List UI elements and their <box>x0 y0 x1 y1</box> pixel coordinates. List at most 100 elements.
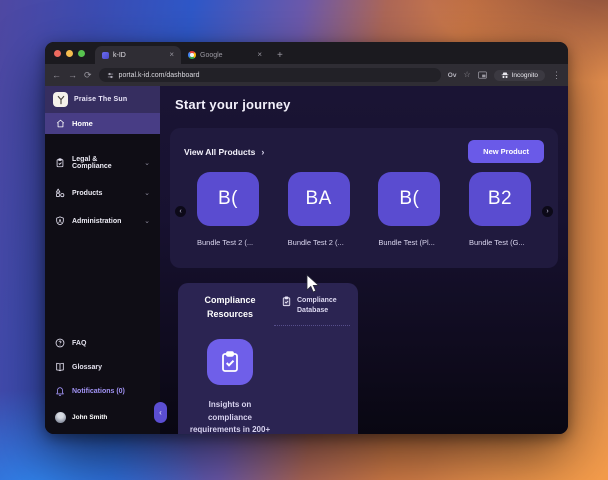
sidebar-item-label: FAQ <box>72 340 86 347</box>
chevron-down-icon: ⌄ <box>144 159 150 167</box>
sidebar-item-products[interactable]: Products ⌄ <box>45 182 160 204</box>
view-all-products-link[interactable]: View All Products › <box>184 147 264 157</box>
carousel-prev-button[interactable]: ‹ <box>175 206 186 217</box>
sidebar-item-label: Administration <box>72 218 121 225</box>
user-name: John Smith <box>72 414 107 421</box>
url-text: portal.k-id.com/dashboard <box>119 72 200 79</box>
sidebar-item-faq[interactable]: FAQ <box>45 333 160 353</box>
bell-icon <box>55 386 65 396</box>
dashboard-app: Praise The Sun Home Legal & Com <box>45 86 568 434</box>
product-card[interactable]: BA Bundle Test 2 (... <box>288 172 350 247</box>
product-card-label: Bundle Test 2 (... <box>197 238 259 247</box>
compliance-title: Compliance Resources <box>186 294 274 322</box>
compliance-header: Compliance Resources Compliance Database <box>186 294 350 326</box>
home-icon <box>56 119 65 128</box>
desktop-wallpaper: k-ID × Google × + ← → ⟳ portal.k-id.com/… <box>0 0 608 480</box>
incognito-label: Incognito <box>512 72 538 79</box>
sidebar-header: Praise The Sun Home <box>45 86 160 134</box>
sidebar-item-glossary[interactable]: Glossary <box>45 357 160 377</box>
compliance-body: Insights on compliance requirements in 2… <box>186 339 274 434</box>
product-card-label: Bundle Test (G... <box>469 238 531 247</box>
compliance-description: Insights on compliance requirements in 2… <box>186 399 274 434</box>
product-card[interactable]: B( Bundle Test 2 (... <box>197 172 259 247</box>
incognito-icon <box>501 72 509 79</box>
shapes-icon <box>55 188 65 198</box>
incognito-badge: Incognito <box>494 70 545 81</box>
browser-tab-kid[interactable]: k-ID × <box>95 46 181 64</box>
clipboard-check-icon <box>218 350 242 374</box>
sidebar-item-label: Products <box>72 190 102 197</box>
chevron-down-icon: ⌄ <box>144 189 150 197</box>
carousel-next-button[interactable]: › <box>542 206 553 217</box>
tab-close-icon[interactable]: × <box>257 51 262 59</box>
minimize-window-button[interactable] <box>66 50 73 57</box>
forward-icon[interactable]: → <box>68 71 77 80</box>
sidebar-item-administration[interactable]: Administration ⌄ <box>45 210 160 232</box>
compliance-database-tab[interactable]: Compliance Database <box>274 294 350 326</box>
product-tile[interactable]: B2 <box>469 172 531 226</box>
product-card-label: Bundle Test 2 (... <box>288 238 350 247</box>
zoom-window-button[interactable] <box>78 50 85 57</box>
sidebar-item-label: Notifications (0) <box>72 388 125 395</box>
site-settings-icon[interactable] <box>107 72 114 79</box>
browser-tabstrip: k-ID × Google × + <box>45 42 568 64</box>
products-panel-header: View All Products › New Product <box>184 140 544 163</box>
clipboard-check-icon <box>55 158 65 168</box>
compliance-panel: Compliance Resources Compliance Database <box>178 283 358 434</box>
browser-tab-google[interactable]: Google × <box>181 46 269 64</box>
product-tile[interactable]: B( <box>197 172 259 226</box>
clipboard-check-icon <box>281 296 292 307</box>
brand: Praise The Sun <box>45 86 160 113</box>
new-product-button[interactable]: New Product <box>468 140 544 163</box>
sidebar-item-notifications[interactable]: Notifications (0) <box>45 381 160 401</box>
sidebar-collapse-button[interactable]: ‹ <box>154 402 167 423</box>
new-tab-button[interactable]: + <box>277 50 283 64</box>
toolbar-right: Ov ☆ Incognito ⋮ <box>448 70 561 81</box>
browser-toolbar: ← → ⟳ portal.k-id.com/dashboard Ov ☆ <box>45 64 568 86</box>
product-card-label: Bundle Test (Pl... <box>378 238 440 247</box>
shield-icon <box>55 216 65 226</box>
google-favicon-icon <box>188 51 196 59</box>
product-tile[interactable]: B( <box>378 172 440 226</box>
kid-favicon-icon <box>102 52 109 59</box>
password-manager-icon[interactable]: Ov <box>448 72 457 79</box>
brand-name: Praise The Sun <box>74 96 127 103</box>
tab-close-icon[interactable]: × <box>169 51 174 59</box>
product-card[interactable]: B2 Bundle Test (G... <box>469 172 531 247</box>
praise-the-sun-logo-icon <box>53 92 68 107</box>
pip-icon[interactable] <box>478 71 487 79</box>
sidebar-item-label: Legal & Compliance <box>72 156 137 170</box>
reload-icon[interactable]: ⟳ <box>84 71 92 80</box>
product-card[interactable]: B( Bundle Test (Pl... <box>378 172 440 247</box>
products-panel: View All Products › New Product B( Bundl… <box>170 128 558 268</box>
compliance-database-card[interactable] <box>207 339 253 385</box>
sidebar-item-legal-compliance[interactable]: Legal & Compliance ⌄ <box>45 150 160 176</box>
tab-label: Google <box>200 52 223 59</box>
sidebar-footer: FAQ Glossary Notifications (0) <box>45 333 160 434</box>
sidebar-item-label: Home <box>72 119 93 128</box>
view-all-products-label: View All Products <box>184 147 255 157</box>
close-window-button[interactable] <box>54 50 61 57</box>
sidebar-item-label: Glossary <box>72 364 102 371</box>
chevron-down-icon: ⌄ <box>144 217 150 225</box>
address-bar[interactable]: portal.k-id.com/dashboard <box>99 68 441 82</box>
sidebar-item-home[interactable]: Home <box>45 113 160 134</box>
chevron-right-icon: › <box>261 147 264 157</box>
compliance-tab-label: Compliance Database <box>297 296 350 316</box>
product-tile[interactable]: BA <box>288 172 350 226</box>
book-icon <box>55 362 65 372</box>
user-avatar <box>55 412 66 423</box>
window-controls <box>54 42 95 64</box>
tab-label: k-ID <box>113 52 126 59</box>
product-card-row: B( Bundle Test 2 (... BA Bundle Test 2 (… <box>184 172 544 247</box>
browser-window: k-ID × Google × + ← → ⟳ portal.k-id.com/… <box>45 42 568 434</box>
sidebar-menu: Legal & Compliance ⌄ Products ⌄ <box>45 134 160 232</box>
question-circle-icon <box>55 338 65 348</box>
page-title: Start your journey <box>175 97 558 112</box>
bookmark-star-icon[interactable]: ☆ <box>463 71 470 79</box>
main-content: Start your journey View All Products › N… <box>160 86 568 434</box>
sidebar-user[interactable]: John Smith <box>45 405 160 432</box>
sidebar: Praise The Sun Home Legal & Com <box>45 86 160 434</box>
back-icon[interactable]: ← <box>52 71 61 80</box>
browser-menu-icon[interactable]: ⋮ <box>552 71 561 80</box>
